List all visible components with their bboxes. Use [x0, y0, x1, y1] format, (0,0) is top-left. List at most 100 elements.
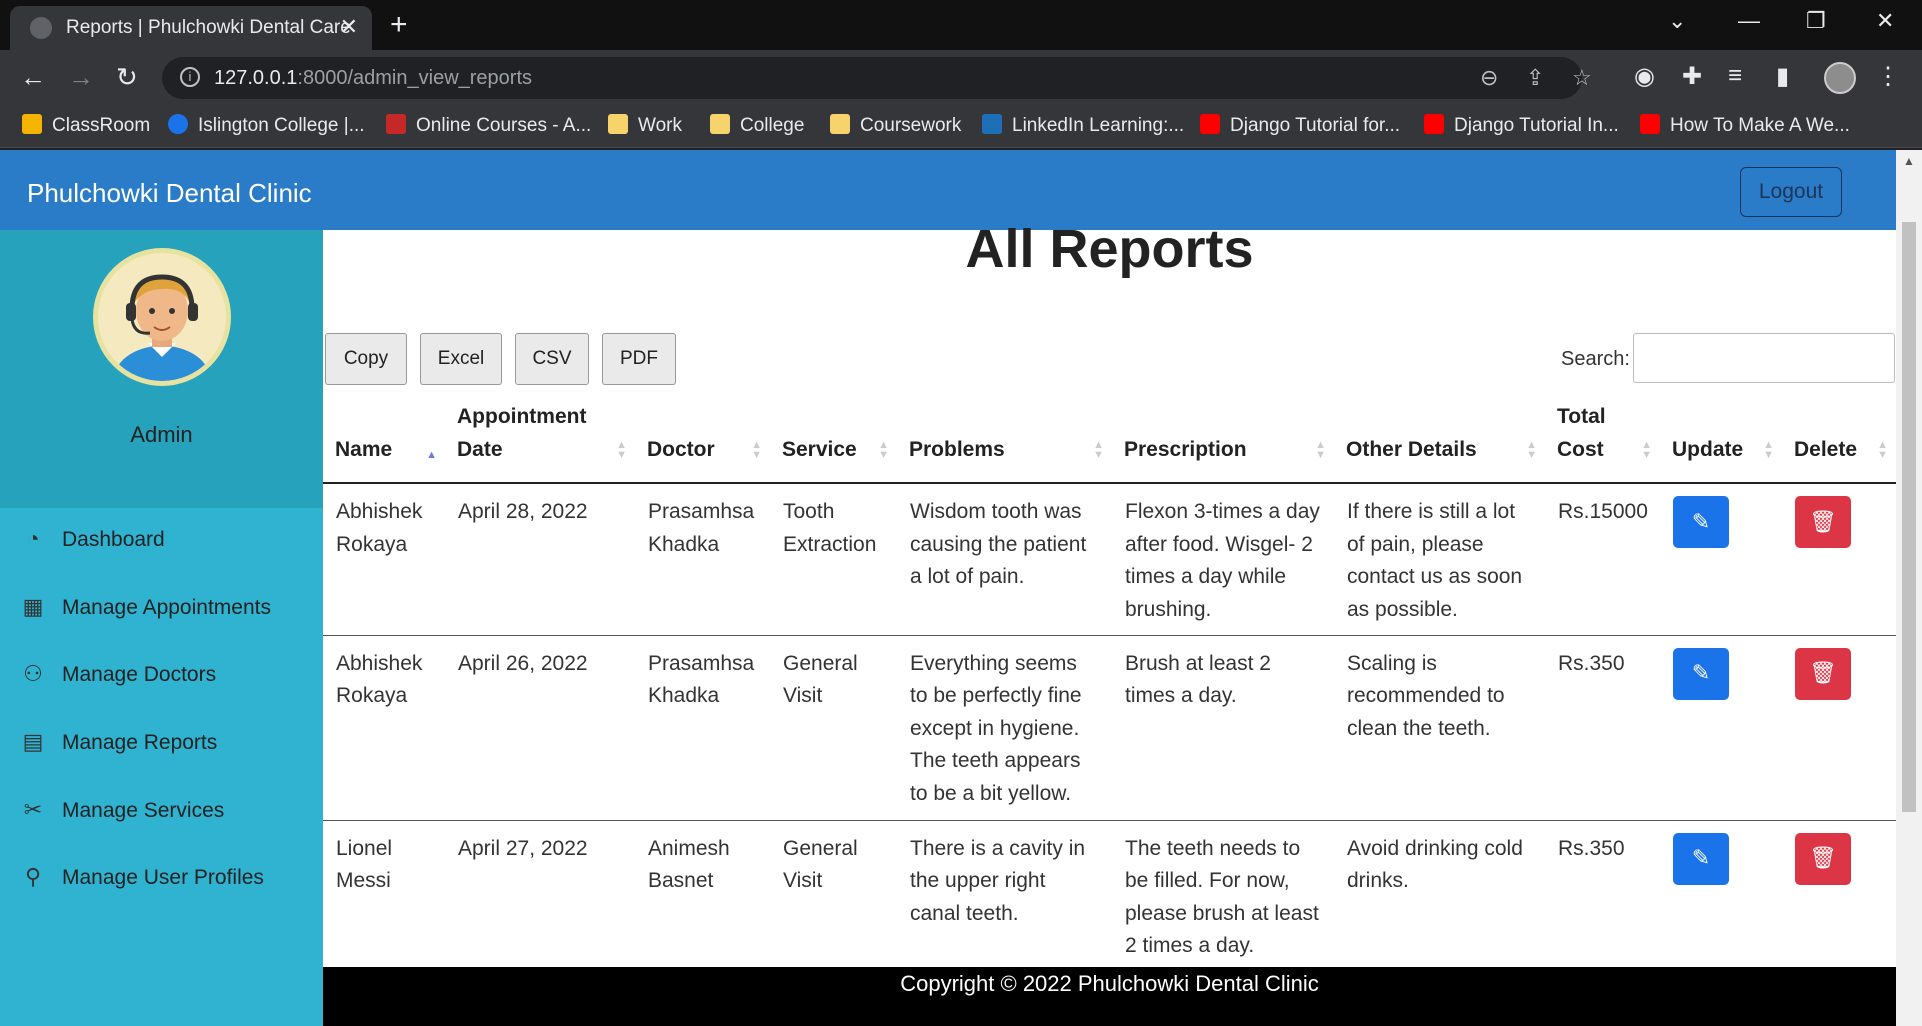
column-header-update[interactable]: Update ▲ ▼ — [1660, 400, 1782, 484]
cell-total-cost: Rs.350 — [1545, 820, 1660, 973]
url-text[interactable]: 127.0.0.1:8000/admin_view_reports — [214, 67, 532, 90]
dashboard-icon: ◔ — [26, 526, 40, 551]
folder-icon — [830, 114, 850, 134]
brand-link[interactable]: Phulchowki Dental Clinic — [27, 178, 312, 209]
cell-service: Tooth Extraction — [770, 483, 897, 636]
sidebar-item-doctors[interactable]: ⚇ Manage Doctors — [18, 661, 216, 687]
profile-avatar[interactable] — [1824, 62, 1856, 94]
copy-button[interactable]: Copy — [325, 333, 407, 385]
cell-doctor: Prasamhsa Khadka — [635, 483, 770, 636]
cell-name: Abhishek Rokaya — [323, 483, 445, 636]
share-icon[interactable]: ⇪ — [1526, 65, 1544, 91]
puzzle-icon[interactable]: ✚ — [1682, 62, 1702, 91]
extension-icon[interactable]: ◉ — [1634, 62, 1655, 91]
cell-update: ✎ — [1660, 483, 1782, 636]
sidebar: Admin ◔ Dashboard ▦ Manage Appointments ⚇ M… — [0, 230, 323, 1026]
column-header-other-details[interactable]: Other Details ▲ ▼ — [1334, 400, 1545, 484]
browser-tab[interactable]: Reports | Phulchowki Dental Care ✕ — [10, 6, 372, 50]
edit-button[interactable]: ✎ — [1673, 832, 1729, 885]
sidebar-item-label: Manage Reports — [62, 731, 218, 754]
edit-icon: ✎ — [1691, 508, 1711, 534]
new-tab-icon[interactable]: + — [390, 8, 408, 42]
cell-problems: There is a cavity in the upper right can… — [897, 820, 1112, 973]
minimize-icon[interactable]: — — [1738, 8, 1760, 34]
edit-button[interactable]: ✎ — [1673, 496, 1729, 548]
csv-button[interactable]: CSV — [515, 333, 589, 385]
sort-icon: ▲ ▼ — [878, 439, 889, 461]
delete-button[interactable]: 🗑 — [1795, 647, 1851, 700]
delete-button[interactable]: 🗑 — [1795, 496, 1851, 548]
bookmark-item[interactable]: Online Courses - A... — [386, 114, 591, 137]
menu-icon[interactable]: ⋮ — [1876, 62, 1900, 91]
cell-other-details: Avoid drinking cold drinks. — [1334, 820, 1545, 973]
excel-button[interactable]: Excel — [420, 333, 502, 385]
address-bar[interactable]: i 127.0.0.1:8000/admin_view_reports ⊖ ⇪ … — [162, 57, 1592, 99]
sidebar-item-services[interactable]: ✂ Manage Services — [18, 797, 224, 823]
media-icon[interactable]: ≡ — [1728, 62, 1742, 90]
cell-problems: Everything seems to be perfectly fine ex… — [897, 635, 1112, 821]
column-header-name[interactable]: Name ▲ — [323, 400, 445, 484]
bookmark-item[interactable]: Islington College |... — [168, 114, 365, 137]
column-header-doctor[interactable]: Doctor ▲ ▼ — [635, 400, 770, 484]
bookmark-item[interactable]: ClassRoom — [22, 114, 150, 137]
table-row: Abhishek Rokaya April 26, 2022 Prasamhsa… — [323, 635, 1896, 821]
bookmark-item[interactable]: Work — [608, 114, 682, 137]
sidebar-item-reports[interactable]: ▤ Manage Reports — [18, 729, 218, 755]
zoom-icon[interactable]: ⊖ — [1480, 65, 1498, 91]
avatar-illustration — [98, 253, 226, 381]
sidebar-item-user-profiles[interactable]: ⚲ Manage User Profiles — [18, 864, 264, 890]
cell-total-cost: Rs.350 — [1545, 635, 1660, 821]
bookmark-item[interactable]: Coursework — [830, 114, 961, 137]
column-header-delete[interactable]: Delete ▲ ▼ — [1782, 400, 1896, 484]
sidebar-item-appointments[interactable]: ▦ Manage Appointments — [18, 594, 271, 620]
site-info-icon[interactable]: i — [180, 67, 200, 87]
tab-strip: Reports | Phulchowki Dental Care ✕ + ⌄ —… — [0, 0, 1922, 50]
delete-button[interactable]: 🗑 — [1795, 832, 1851, 885]
restore-icon[interactable]: ❐ — [1806, 8, 1826, 34]
tab-title: Reports | Phulchowki Dental Care — [66, 17, 351, 38]
bookmark-item[interactable]: How To Make A We... — [1640, 114, 1850, 137]
forward-icon[interactable]: → — [68, 62, 94, 93]
edit-icon: ✎ — [1691, 660, 1711, 686]
bookmark-item[interactable]: College — [710, 114, 804, 137]
edit-icon: ✎ — [1691, 845, 1711, 871]
sort-icon: ▲ ▼ — [1315, 439, 1326, 461]
cell-delete: 🗑 — [1782, 820, 1896, 973]
column-header-problems[interactable]: Problems ▲ ▼ — [897, 400, 1112, 484]
sidebar-item-label: Manage Doctors — [62, 663, 217, 686]
cell-service: General Visit — [770, 820, 897, 973]
report-icon: ▤ — [22, 729, 44, 754]
column-header-prescription[interactable]: Prescription ▲ ▼ — [1112, 400, 1334, 484]
column-header-service[interactable]: Service ▲ ▼ — [770, 400, 897, 484]
bookmark-item[interactable]: Django Tutorial In... — [1424, 114, 1619, 137]
scroll-up-icon[interactable]: ▲ — [1903, 154, 1915, 168]
logout-button[interactable]: Logout — [1740, 167, 1842, 217]
sidebar-item-dashboard[interactable]: ◔ Dashboard — [18, 526, 164, 552]
close-window-icon[interactable]: ✕ — [1876, 8, 1894, 34]
trash-icon: 🗑 — [1809, 660, 1837, 686]
column-header-total-cost[interactable]: Total Cost ▲ ▼ — [1545, 400, 1660, 484]
pdf-button[interactable]: PDF — [602, 333, 676, 385]
search-input[interactable] — [1633, 333, 1895, 383]
tab-close-icon[interactable]: ✕ — [340, 14, 358, 40]
bookmark-item[interactable]: LinkedIn Learning:... — [982, 114, 1184, 137]
edit-button[interactable]: ✎ — [1673, 647, 1729, 700]
side-panel-icon[interactable]: ▮ — [1776, 62, 1789, 91]
sidebar-item-label: Manage Services — [62, 799, 225, 822]
table-header-row: Name ▲ Appointment Date ▲ ▼ Doctor ▲ ▼ Servic… — [323, 400, 1896, 484]
column-header-date[interactable]: Appointment Date ▲ ▼ — [445, 400, 635, 484]
reload-icon[interactable]: ↻ — [116, 62, 138, 93]
cell-date: April 26, 2022 — [445, 635, 635, 821]
page-scrollbar[interactable]: ▲ — [1896, 150, 1922, 1026]
bookmarks-bar: ClassRoom Islington College |... Online … — [0, 106, 1922, 148]
back-icon[interactable]: ← — [20, 62, 46, 93]
tab-search-icon[interactable]: ⌄ — [1668, 8, 1686, 34]
bookmark-item[interactable]: Django Tutorial for... — [1200, 114, 1400, 137]
trash-icon: 🗑 — [1809, 508, 1837, 534]
scrollbar-thumb[interactable] — [1902, 222, 1916, 812]
reports-table: Name ▲ Appointment Date ▲ ▼ Doctor ▲ ▼ Servic… — [323, 400, 1896, 973]
trash-icon: 🗑 — [1809, 845, 1837, 871]
bookmark-icon — [22, 114, 42, 134]
sort-icon: ▲ ▼ — [1763, 439, 1774, 461]
bookmark-star-icon[interactable]: ☆ — [1572, 65, 1592, 91]
